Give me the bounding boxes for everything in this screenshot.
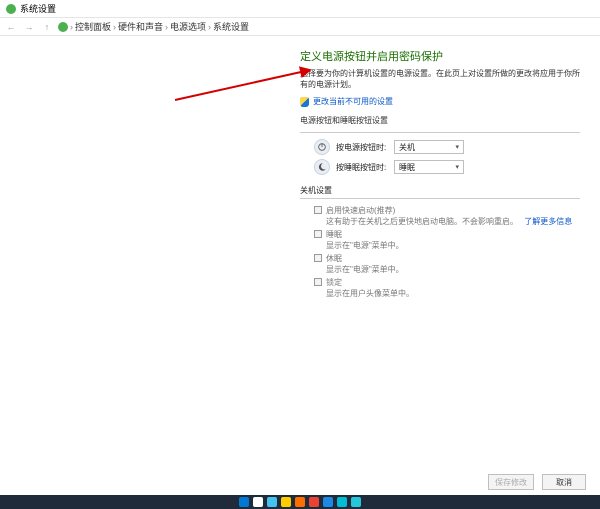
sleep-checkbox[interactable] <box>314 230 322 238</box>
breadcrumb: › 控制面板 › 硬件和声音 › 电源选项 › 系统设置 <box>58 20 249 33</box>
hibernate-option: 休眠 <box>314 253 580 264</box>
nav-row: ← → ↑ › 控制面板 › 硬件和声音 › 电源选项 › 系统设置 <box>0 18 600 36</box>
chevron-right-icon: › <box>70 22 73 32</box>
sleep-desc: 显示在"电源"菜单中。 <box>326 240 580 251</box>
breadcrumb-root[interactable]: 控制面板 <box>75 20 111 33</box>
app-icon-4[interactable] <box>337 497 347 507</box>
breadcrumb-level1[interactable]: 硬件和声音 <box>118 20 163 33</box>
hibernate-checkbox[interactable] <box>314 254 322 262</box>
divider <box>300 132 580 133</box>
app-icon-3[interactable] <box>323 497 333 507</box>
fastboot-checkbox[interactable] <box>314 206 322 214</box>
page-title: 定义电源按钮并启用密码保护 <box>300 48 580 64</box>
footer: 保存修改 取消 <box>0 469 600 495</box>
explorer-icon[interactable] <box>281 497 291 507</box>
fastboot-label: 启用快速启动(推荐) <box>326 205 395 216</box>
breadcrumb-level3[interactable]: 系统设置 <box>213 20 249 33</box>
chevron-down-icon: ▾ <box>455 163 459 171</box>
shield-icon <box>300 97 309 107</box>
nav-forward-button[interactable]: → <box>22 20 36 34</box>
power-button-row: 按电源按钮时: 关机 ▾ <box>314 139 580 155</box>
power-button-value: 关机 <box>399 142 415 153</box>
divider <box>300 198 580 199</box>
save-button[interactable]: 保存修改 <box>488 474 534 490</box>
power-button-label: 按电源按钮时: <box>336 142 388 153</box>
chevron-right-icon: › <box>113 22 116 32</box>
window-title: 系统设置 <box>20 2 56 15</box>
hibernate-label: 休眠 <box>326 253 342 264</box>
app-icon-2[interactable] <box>309 497 319 507</box>
section-shutdown-header: 关机设置 <box>300 185 580 196</box>
chevron-right-icon: › <box>165 22 168 32</box>
start-icon[interactable] <box>239 497 249 507</box>
app-icon-5[interactable] <box>351 497 361 507</box>
app-icon-1[interactable] <box>295 497 305 507</box>
lock-option: 锁定 <box>314 277 580 288</box>
breadcrumb-level2[interactable]: 电源选项 <box>170 20 206 33</box>
cancel-button[interactable]: 取消 <box>542 474 586 490</box>
hibernate-desc: 显示在"电源"菜单中。 <box>326 264 580 275</box>
content-area: 定义电源按钮并启用密码保护 选择要为你的计算机设置的电源设置。在此页上对设置所做… <box>0 36 600 469</box>
taskview-icon[interactable] <box>267 497 277 507</box>
lock-checkbox[interactable] <box>314 278 322 286</box>
search-icon[interactable] <box>253 497 263 507</box>
chevron-down-icon: ▾ <box>455 143 459 151</box>
sleep-button-value: 睡眠 <box>399 162 415 173</box>
learn-more-link[interactable]: 了解更多信息 <box>524 217 572 226</box>
power-button-select[interactable]: 关机 ▾ <box>394 140 464 154</box>
page-description: 选择要为你的计算机设置的电源设置。在此页上对设置所做的更改将应用于你所有的电源计… <box>300 68 580 90</box>
chevron-right-icon: › <box>208 22 211 32</box>
fastboot-desc: 这有助于在关机之后更快地启动电脑。不会影响重启。 了解更多信息 <box>326 216 580 227</box>
nav-back-button[interactable]: ← <box>4 20 18 34</box>
moon-icon <box>314 159 330 175</box>
sleep-button-select[interactable]: 睡眠 ▾ <box>394 160 464 174</box>
fastboot-option: 启用快速启动(推荐) <box>314 205 580 216</box>
sleep-button-row: 按睡眠按钮时: 睡眠 ▾ <box>314 159 580 175</box>
app-icon <box>6 4 16 14</box>
section-buttons-header: 电源按钮和睡眠按钮设置 <box>300 115 580 126</box>
lock-desc: 显示在用户头像菜单中。 <box>326 288 580 299</box>
breadcrumb-icon <box>58 22 68 32</box>
taskbar <box>0 495 600 509</box>
lock-label: 锁定 <box>326 277 342 288</box>
sleep-button-label: 按睡眠按钮时: <box>336 162 388 173</box>
power-icon <box>314 139 330 155</box>
nav-up-button[interactable]: ↑ <box>40 20 54 34</box>
sleep-option: 睡眠 <box>314 229 580 240</box>
sleep-label: 睡眠 <box>326 229 342 240</box>
title-bar: 系统设置 <box>0 0 600 18</box>
change-unavailable-settings-link[interactable]: 更改当前不可用的设置 <box>313 96 393 107</box>
